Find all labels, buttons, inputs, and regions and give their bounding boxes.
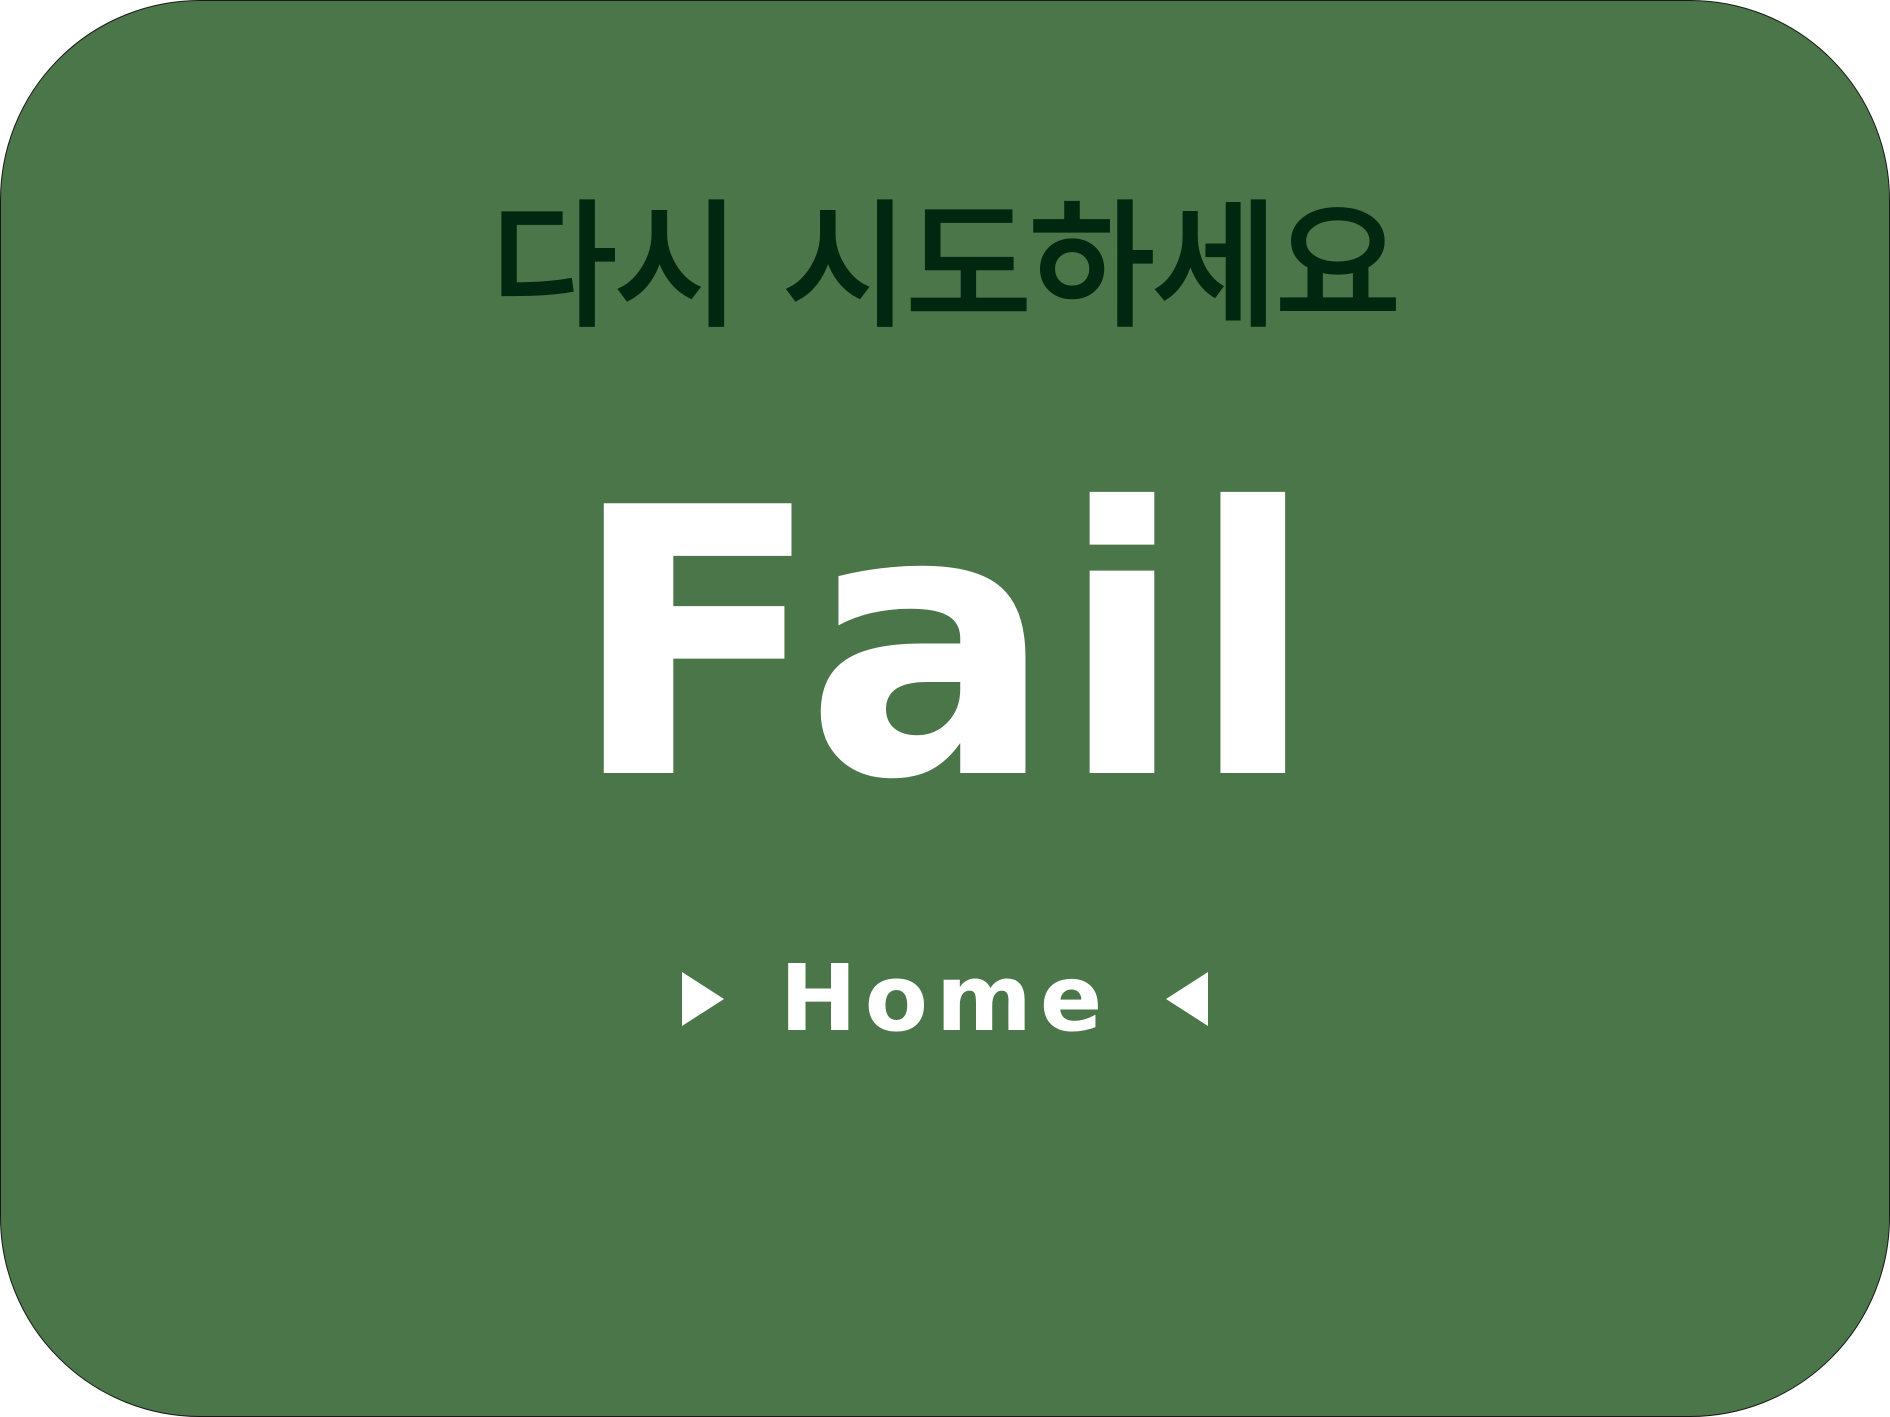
result-title: Fail	[569, 431, 1321, 861]
play-right-icon	[681, 972, 724, 1026]
result-panel: 다시 시도하세요 Fail Home	[0, 0, 1890, 1417]
home-button[interactable]: Home	[1, 939, 1889, 1059]
home-button-label: Home	[779, 945, 1111, 1052]
retry-message: 다시 시도하세요	[491, 189, 1400, 347]
play-left-icon	[1166, 972, 1209, 1026]
